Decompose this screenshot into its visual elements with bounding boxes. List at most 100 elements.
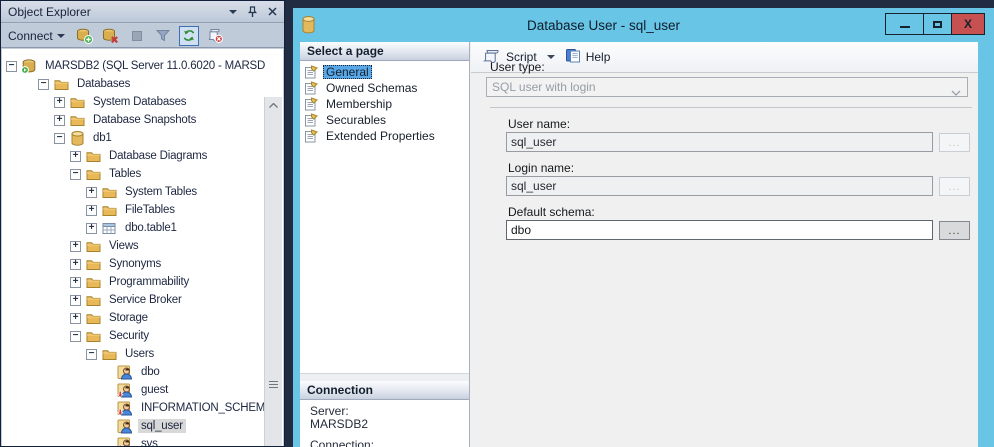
tree-item-information-schem[interactable]: INFORMATION_SCHEM: [2, 399, 265, 417]
script-error-icon: [205, 26, 225, 46]
user-type-value: SQL user with login: [492, 80, 596, 94]
tree-scrollbar[interactable]: [264, 97, 282, 446]
page-item-membership[interactable]: Membership: [300, 96, 469, 112]
maximize-button[interactable]: [923, 14, 951, 34]
default-schema-field[interactable]: [506, 220, 933, 240]
folder-icon: [85, 166, 101, 182]
tree-item-dbo[interactable]: dbo: [2, 363, 265, 381]
folder-icon: [69, 112, 85, 128]
expand-icon[interactable]: +: [70, 241, 81, 252]
page-item-securables[interactable]: Securables: [300, 112, 469, 128]
tree-item-databases[interactable]: − Databases: [2, 75, 265, 93]
collapse-icon[interactable]: −: [70, 169, 81, 180]
expand-icon[interactable]: +: [86, 205, 97, 216]
tree-item-dbo-table1[interactable]: + dbo.table1: [2, 219, 265, 237]
tree-item-label: Synonyms: [106, 257, 164, 271]
collapse-icon[interactable]: −: [38, 79, 49, 90]
tree-item-sql-user[interactable]: sql_user: [2, 417, 265, 435]
folder-icon: [101, 184, 117, 200]
collapse-icon[interactable]: −: [70, 331, 81, 342]
user-icon: [117, 418, 133, 434]
expand-icon[interactable]: +: [54, 115, 65, 126]
page-icon: [304, 65, 319, 79]
collapse-icon[interactable]: −: [54, 133, 65, 144]
collapse-icon[interactable]: −: [86, 349, 97, 360]
connect-server-icon[interactable]: [75, 26, 95, 46]
server-value: MARSDB2: [310, 417, 368, 431]
tree-item-programmability[interactable]: +Programmability: [2, 273, 265, 291]
scroll-up-icon[interactable]: [265, 97, 282, 114]
scrollbar-thumb[interactable]: [269, 381, 278, 390]
tree-item-label: dbo.table1: [122, 221, 180, 235]
refresh-icon[interactable]: [179, 26, 199, 46]
tree-item-label: System Tables: [122, 185, 200, 199]
tree-item-storage[interactable]: +Storage: [2, 309, 265, 327]
tree-item-label: Security: [106, 329, 152, 343]
tree-item-db1[interactable]: − db1: [2, 129, 265, 147]
folder-icon: [85, 310, 101, 326]
expand-icon[interactable]: +: [70, 313, 81, 324]
collapse-icon[interactable]: −: [6, 61, 17, 72]
tree-item-marsdb2-sql-server-11-0-6020-marsd[interactable]: −MARSDB2 (SQL Server 11.0.6020 - MARSD: [2, 57, 265, 75]
tree-item-views[interactable]: +Views: [2, 237, 265, 255]
tree-item-label: db1: [90, 131, 115, 145]
object-explorer-panel: Object Explorer Connect: [0, 0, 285, 447]
page-icon: [304, 97, 319, 111]
page-item-extended-properties[interactable]: Extended Properties: [300, 128, 469, 144]
user-disabled-icon: [117, 436, 133, 446]
page-item-general[interactable]: General: [300, 64, 469, 80]
tree-item-sys[interactable]: sys: [2, 435, 265, 446]
minimize-button[interactable]: [886, 14, 923, 34]
expand-icon[interactable]: +: [70, 259, 81, 270]
expand-icon[interactable]: +: [86, 187, 97, 198]
tree-item-security[interactable]: − Security: [2, 327, 265, 345]
folder-icon: [101, 346, 117, 362]
connect-label: Connect: [8, 29, 53, 43]
folder-icon: [69, 94, 85, 110]
tree-item-filetables[interactable]: +FileTables: [2, 201, 265, 219]
object-explorer-tree: −MARSDB2 (SQL Server 11.0.6020 - MARSD−D…: [2, 49, 283, 446]
script-dropdown-icon[interactable]: [547, 55, 555, 59]
expand-icon[interactable]: +: [70, 277, 81, 288]
dialog-titlebar[interactable]: Database User - sql_user X: [293, 8, 994, 42]
dialog-title: Database User - sql_user: [333, 8, 874, 42]
tree-item-database-snapshots[interactable]: +Database Snapshots: [2, 111, 265, 129]
tree-item-label: Users: [122, 347, 157, 361]
database-user-dialog: Database User - sql_user X Select a page…: [293, 8, 994, 447]
tree-item-synonyms[interactable]: + Synonyms: [2, 255, 265, 273]
page-icon: [304, 113, 319, 127]
tree-item-guest[interactable]: guest: [2, 381, 265, 399]
expand-icon[interactable]: +: [54, 97, 65, 108]
connection-label: Connection:: [310, 438, 374, 447]
expand-icon[interactable]: +: [70, 151, 81, 162]
close-button[interactable]: X: [951, 14, 984, 34]
help-button[interactable]: Help: [565, 48, 611, 66]
tree-item-label: Databases: [74, 77, 133, 91]
chevron-down-icon: [951, 85, 961, 99]
tree-item-label: System Databases: [90, 95, 189, 109]
tree-item-database-diagrams[interactable]: +Database Diagrams: [2, 147, 265, 165]
user-disabled-icon: [117, 382, 133, 398]
pin-icon[interactable]: [247, 6, 258, 18]
expand-icon[interactable]: +: [86, 223, 97, 234]
tree-item-system-tables[interactable]: + System Tables: [2, 183, 265, 201]
page-item-owned-schemas[interactable]: Owned Schemas: [300, 80, 469, 96]
connect-button[interactable]: Connect: [8, 29, 65, 43]
default-schema-browse-button[interactable]: ...: [939, 221, 970, 240]
tree-item-service-broker[interactable]: +Service Broker: [2, 291, 265, 309]
tree-item-label: guest: [138, 383, 171, 397]
disconnect-server-icon[interactable]: [101, 26, 121, 46]
folder-icon: [85, 148, 101, 164]
window-position-icon[interactable]: [229, 10, 237, 14]
dialog-client-area: Select a page GeneralOwned SchemasMember…: [300, 42, 978, 447]
tree-item-users[interactable]: − Users: [2, 345, 265, 363]
chevron-down-icon: [57, 34, 65, 38]
select-a-page-header: Select a page: [300, 42, 469, 61]
close-icon[interactable]: [268, 7, 277, 16]
tree-item-tables[interactable]: −Tables: [2, 165, 265, 183]
tree-item-system-databases[interactable]: + System Databases: [2, 93, 265, 111]
pages-list: GeneralOwned SchemasMembershipSecurables…: [300, 61, 469, 373]
page-icon: [304, 81, 319, 95]
expand-icon[interactable]: +: [70, 295, 81, 306]
login-name-browse-button: ...: [939, 177, 970, 196]
